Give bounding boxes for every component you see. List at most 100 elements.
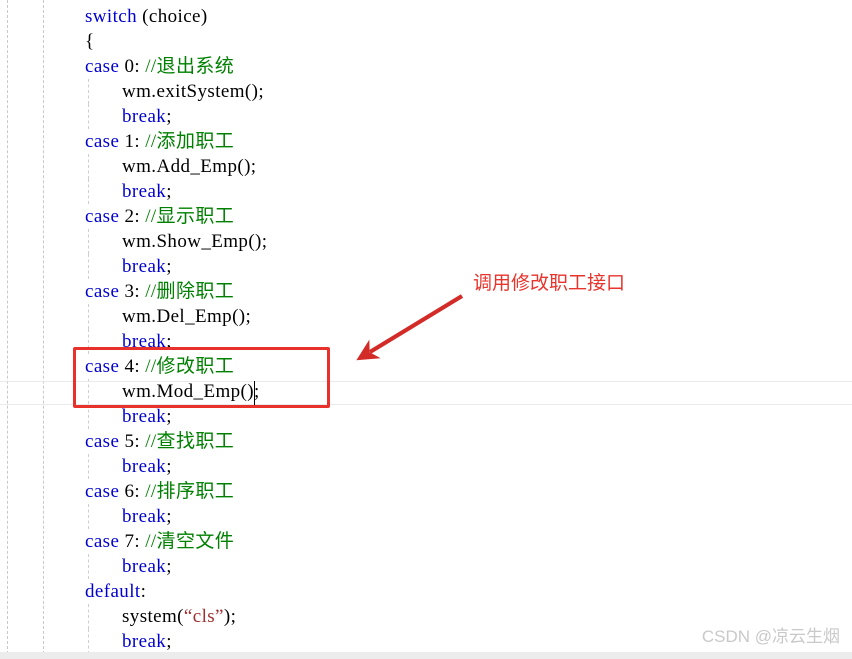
code-line-text: break; [122, 179, 172, 204]
code-token: break [122, 331, 167, 352]
code-line[interactable]: break; [0, 554, 852, 579]
code-token: ; [166, 331, 172, 352]
indent-guide-level-3 [88, 629, 89, 654]
code-token: case [85, 531, 120, 552]
code-token: //排序职工 [145, 481, 235, 502]
code-token: 7: [119, 531, 146, 552]
code-token: “cls” [183, 606, 224, 627]
code-token: break [122, 406, 167, 427]
code-line[interactable]: case 6: //排序职工 [0, 479, 852, 504]
code-line-text: wm.Add_Emp(); [122, 154, 257, 179]
code-token: 6: [119, 481, 146, 502]
code-line[interactable]: break; [0, 404, 852, 429]
indent-guide-level-3 [88, 179, 89, 204]
indent-guide-level-3 [88, 154, 89, 179]
code-line-text: { [85, 29, 95, 54]
indent-guide-level-3 [88, 504, 89, 529]
code-token: wm.exitSystem(); [122, 81, 265, 102]
code-token: ; [166, 106, 172, 127]
code-line-text: wm.exitSystem(); [122, 79, 264, 104]
code-token: ; [166, 256, 172, 277]
code-line[interactable]: switch (choice) [0, 4, 852, 29]
code-line[interactable]: case 0: //退出系统 [0, 54, 852, 79]
code-line[interactable]: case 3: //删除职工 [0, 279, 852, 304]
code-token: //显示职工 [145, 206, 235, 227]
code-token: ; [166, 506, 172, 527]
code-line-text: case 3: //删除职工 [85, 279, 234, 304]
code-line[interactable]: break; [0, 504, 852, 529]
code-line-text: break; [122, 104, 172, 129]
code-token: case [85, 206, 120, 227]
code-line-text: default: [85, 579, 146, 604]
code-line-text: break; [122, 554, 172, 579]
indent-guide-level-3 [88, 454, 89, 479]
code-token: //退出系统 [145, 56, 235, 77]
code-token: ; [166, 556, 172, 577]
code-token: 5: [119, 431, 146, 452]
code-token: case [85, 281, 120, 302]
code-line[interactable]: break; [0, 254, 852, 279]
code-line[interactable]: break; [0, 454, 852, 479]
indent-guide-level-3 [88, 554, 89, 579]
code-line-text: break; [122, 454, 172, 479]
indent-guide-level-3 [88, 329, 89, 354]
code-token: case [85, 56, 120, 77]
code-token: 1: [119, 131, 146, 152]
code-token: 3: [119, 281, 146, 302]
code-token: ; [166, 406, 172, 427]
code-token: //清空文件 [145, 531, 235, 552]
code-token: (choice) [137, 6, 208, 27]
code-line[interactable]: case 5: //查找职工 [0, 429, 852, 454]
code-line-text: case 4: //修改职工 [85, 354, 234, 379]
code-line[interactable]: case 7: //清空文件 [0, 529, 852, 554]
code-line[interactable]: case 4: //修改职工 [0, 354, 852, 379]
code-token: ; [166, 456, 172, 477]
code-token: ; [166, 631, 172, 652]
code-token: system( [122, 606, 184, 627]
code-token: break [122, 506, 167, 527]
indent-guide-level-3 [88, 229, 89, 254]
code-line-text: break; [122, 329, 172, 354]
code-token: wm.Del_Emp(); [122, 306, 252, 327]
code-line-text: break; [122, 629, 172, 654]
code-token: wm.Mod_Emp(); [122, 381, 260, 402]
code-token: break [122, 631, 167, 652]
code-token: 0: [119, 56, 146, 77]
code-line-text: break; [122, 404, 172, 429]
code-line[interactable]: break; [0, 329, 852, 354]
code-token: break [122, 181, 167, 202]
code-line[interactable]: { [0, 29, 852, 54]
code-line[interactable]: break; [0, 179, 852, 204]
code-line[interactable]: break; [0, 104, 852, 129]
code-line-text: wm.Show_Emp(); [122, 229, 267, 254]
code-token: wm.Add_Emp(); [122, 156, 257, 177]
code-token: //删除职工 [145, 281, 235, 302]
code-token: 2: [119, 206, 146, 227]
code-token: break [122, 456, 167, 477]
code-token: break [122, 556, 167, 577]
indent-guide-level-3 [88, 379, 89, 404]
watermark-label: CSDN @凉云生烟 [701, 627, 840, 646]
code-line[interactable]: wm.exitSystem(); [0, 79, 852, 104]
code-line[interactable]: case 1: //添加职工 [0, 129, 852, 154]
code-token: case [85, 356, 120, 377]
code-token: switch [85, 6, 138, 27]
code-line[interactable]: default: [0, 579, 852, 604]
code-token: //修改职工 [145, 356, 235, 377]
code-line[interactable]: wm.Del_Emp(); [0, 304, 852, 329]
indent-guide-level-3 [88, 254, 89, 279]
code-token: ); [223, 606, 237, 627]
code-token: case [85, 431, 120, 452]
code-line[interactable]: wm.Mod_Emp(); [0, 379, 852, 404]
code-line-text: case 7: //清空文件 [85, 529, 234, 554]
code-line[interactable]: case 2: //显示职工 [0, 204, 852, 229]
code-token: case [85, 131, 120, 152]
code-line[interactable]: wm.Show_Emp(); [0, 229, 852, 254]
indent-guide-level-3 [88, 404, 89, 429]
annotation-label: 调用修改职工接口 [473, 273, 626, 294]
code-line-text: switch (choice) [85, 4, 208, 29]
code-line-text: case 2: //显示职工 [85, 204, 234, 229]
code-line[interactable]: wm.Add_Emp(); [0, 154, 852, 179]
code-line-text: break; [122, 254, 172, 279]
code-editor-view: switch (choice){case 0: //退出系统 wm.exitSys… [0, 0, 852, 659]
